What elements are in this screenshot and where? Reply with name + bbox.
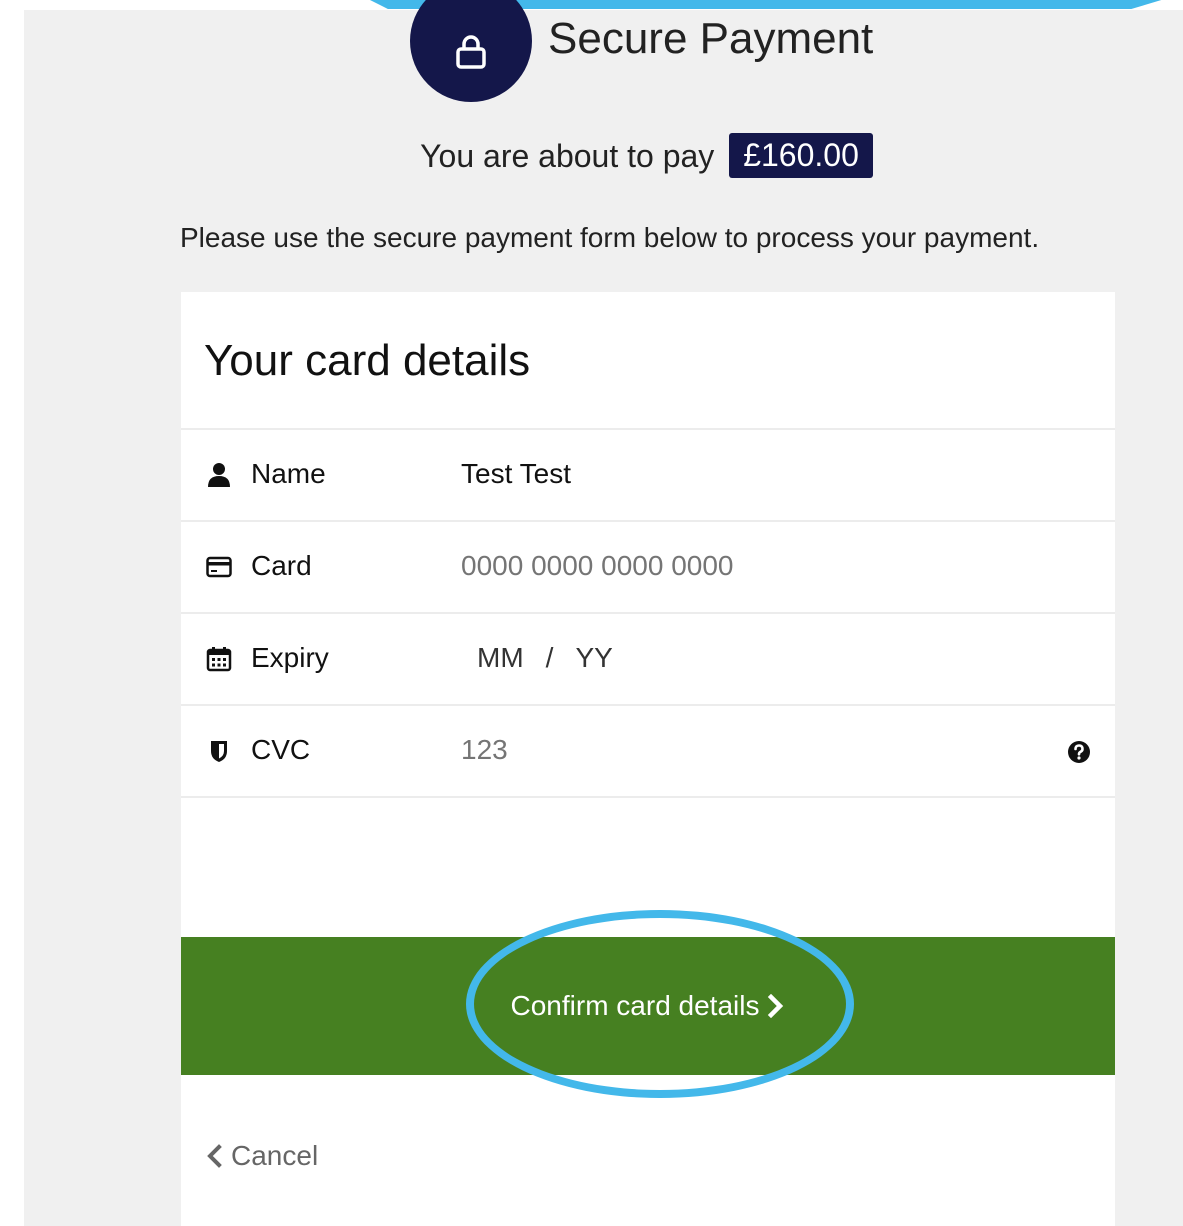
shield-icon (211, 741, 227, 762)
chevron-right-icon (768, 994, 784, 1018)
page-title: Secure Payment (548, 14, 874, 63)
name-label: Name (251, 458, 326, 489)
name-input[interactable] (461, 458, 961, 490)
confirm-button-label: Confirm card details (510, 990, 760, 1021)
expiry-year-placeholder[interactable]: YY (575, 642, 612, 674)
card-details-panel: Your card details Name Card (181, 292, 1115, 1226)
credit-card-icon (206, 556, 232, 578)
card-row: Card (181, 520, 1115, 610)
card-label: Card (251, 550, 312, 581)
chevron-left-icon (207, 1144, 222, 1168)
user-icon (208, 463, 230, 487)
cancel-link[interactable]: Cancel (205, 1140, 318, 1172)
payment-summary: You are about to pay £160.00 (0, 133, 1183, 181)
cvc-input[interactable] (461, 734, 961, 766)
expiry-separator: / (545, 642, 554, 673)
expiry-month-placeholder[interactable]: MM (477, 642, 524, 674)
calendar-icon (206, 647, 232, 672)
card-number-input[interactable] (461, 550, 961, 582)
confirm-card-details-button[interactable]: Confirm card details (181, 937, 1115, 1075)
amount-badge: £160.00 (729, 133, 873, 178)
question-circle-icon[interactable] (1067, 740, 1091, 764)
name-row: Name (181, 428, 1115, 518)
form-divider (181, 796, 1115, 798)
card-details-heading: Your card details (204, 336, 531, 385)
payment-instructions: Please use the secure payment form below… (180, 222, 1040, 253)
cancel-label: Cancel (231, 1140, 319, 1171)
expiry-row: Expiry MM / YY (181, 612, 1115, 702)
expiry-label: Expiry (251, 642, 329, 673)
cvc-label: CVC (251, 734, 311, 765)
expiry-input[interactable]: MM / YY (477, 642, 613, 674)
cvc-row: CVC (181, 704, 1115, 794)
lock-icon (456, 35, 486, 69)
payment-prefix: You are about to pay (420, 137, 715, 174)
